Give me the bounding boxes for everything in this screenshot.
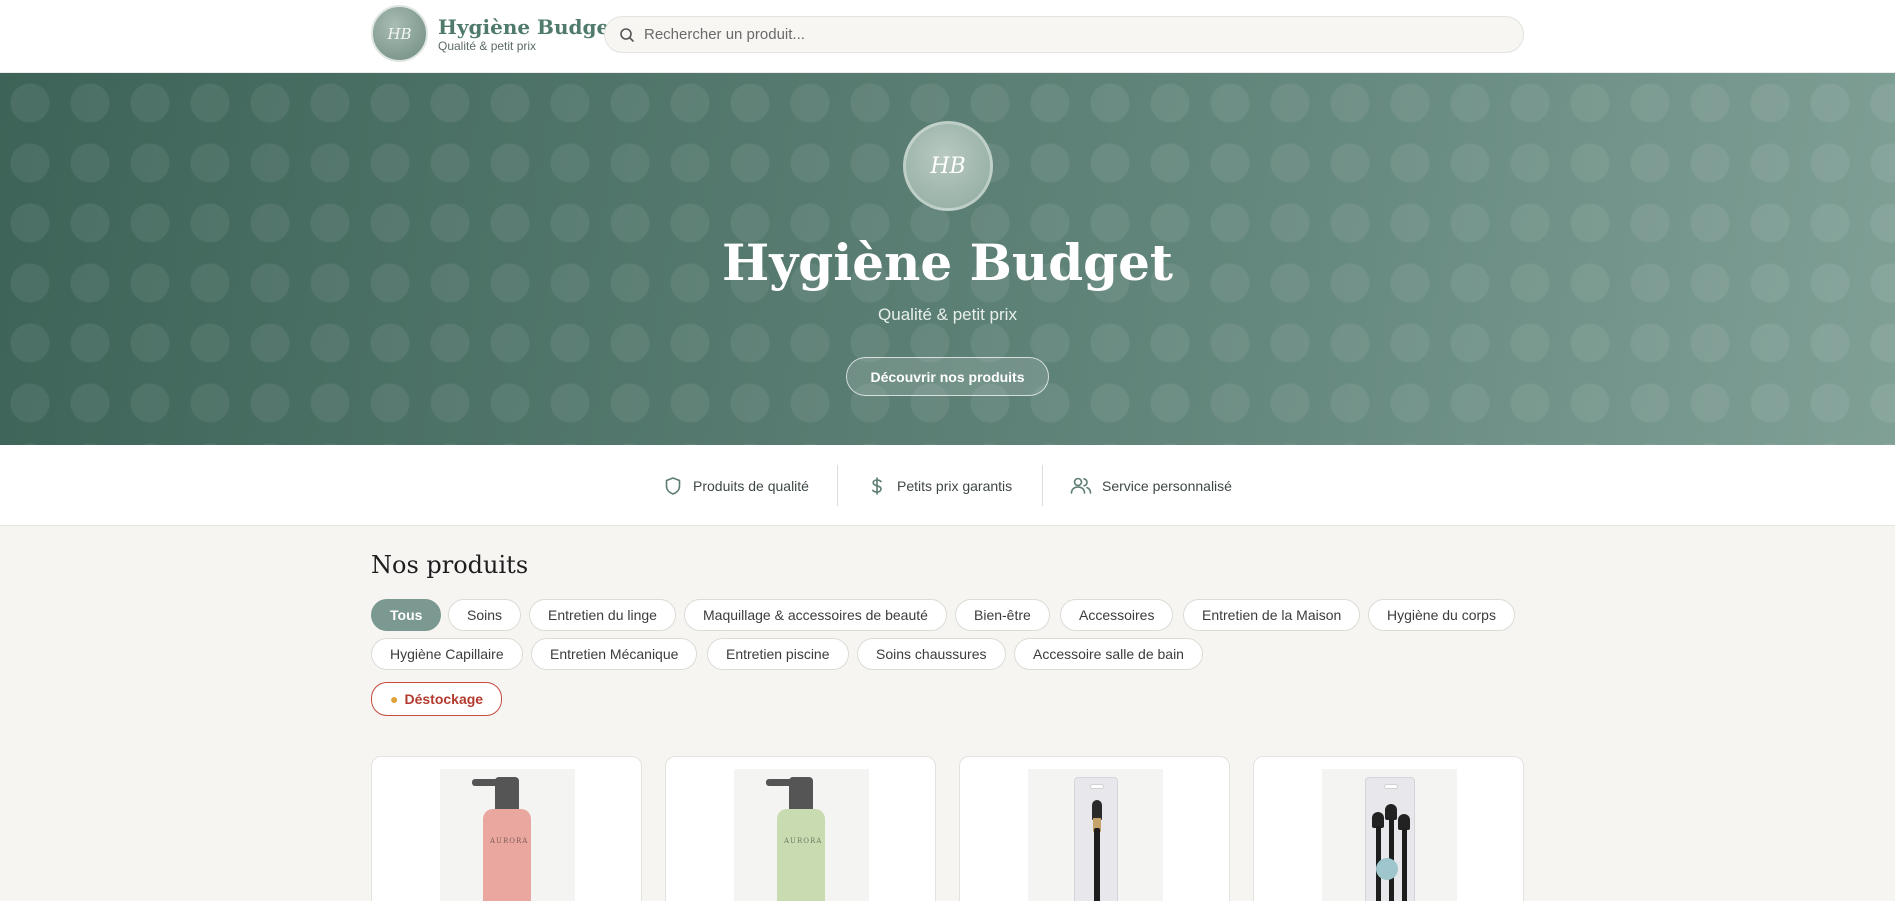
product-card[interactable]: AURORA — [665, 756, 936, 901]
pouch-hole — [1090, 784, 1104, 789]
shield-icon — [665, 476, 681, 495]
feature-divider — [1042, 465, 1043, 506]
brand-title: Hygiène Budget — [438, 14, 619, 39]
search-bar[interactable] — [604, 16, 1524, 53]
destockage-button[interactable]: ● Déstockage — [371, 682, 503, 716]
hero-subtitle: Qualité & petit prix — [878, 305, 1017, 324]
hero-logo-text: HB — [930, 153, 966, 179]
product-image — [1028, 769, 1163, 901]
feature-prices: Petits prix garantis — [867, 445, 1012, 526]
brand-logo[interactable]: HB — [371, 5, 428, 62]
category-chip-entretien-mecanique[interactable]: Entretien Mécanique — [531, 638, 698, 670]
destockage-label: Déstockage — [404, 691, 484, 707]
brand-logo-text: HB — [387, 24, 412, 43]
bottle-body — [483, 809, 531, 901]
product-image: AURORA — [440, 769, 575, 901]
category-chip-maquillage[interactable]: Maquillage & accessoires de beauté — [684, 599, 947, 631]
bottle-brand-label: AURORA — [490, 837, 529, 845]
feature-label: Service personnalisé — [1102, 477, 1232, 494]
category-chip-hygiene-corps[interactable]: Hygiène du corps — [1368, 599, 1515, 631]
brush-head — [1092, 800, 1102, 820]
feature-quality: Produits de qualité — [663, 445, 809, 526]
discover-products-button[interactable]: Découvrir nos produits — [846, 357, 1049, 396]
product-image — [1322, 769, 1457, 901]
search-input[interactable] — [644, 26, 1504, 43]
brush-set-pouch — [1365, 777, 1415, 901]
category-chip-salle-de-bain[interactable]: Accessoire salle de bain — [1014, 638, 1203, 670]
brush-handle — [1402, 828, 1407, 901]
brand[interactable]: HB Hygiène Budget Qualité & petit prix — [371, 5, 618, 62]
bottle-pump — [495, 777, 519, 811]
category-chip-hygiene-capillaire[interactable]: Hygiène Capillaire — [371, 638, 523, 670]
site-header: HB Hygiène Budget Qualité & petit prix — [0, 0, 1895, 73]
feature-label: Produits de qualité — [693, 477, 809, 494]
category-chip-soins-chaussures[interactable]: Soins chaussures — [857, 638, 1006, 670]
category-chip-entretien-maison[interactable]: Entretien de la Maison — [1183, 599, 1361, 631]
bottle-brand-label: AURORA — [784, 837, 823, 845]
feature-divider — [837, 465, 838, 506]
category-chip-tous[interactable]: Tous — [371, 599, 442, 631]
feature-service: Service personnalisé — [1070, 445, 1232, 526]
users-icon — [1070, 477, 1092, 494]
search-icon — [620, 27, 634, 42]
feature-label: Petits prix garantis — [897, 477, 1013, 494]
category-chip-entretien-linge[interactable]: Entretien du linge — [529, 599, 676, 631]
product-image: AURORA — [734, 769, 869, 901]
category-chip-soins[interactable]: Soins — [448, 599, 522, 631]
product-card[interactable]: AURORA — [371, 756, 642, 901]
category-chip-accessoires[interactable]: Accessoires — [1060, 599, 1174, 631]
category-chip-bien-etre[interactable]: Bien-être — [955, 599, 1050, 631]
brush-pouch — [1074, 777, 1118, 901]
hero-logo: HB — [903, 121, 993, 211]
bottle-pump — [789, 777, 813, 811]
brand-text: Hygiène Budget Qualité & petit prix — [438, 15, 618, 53]
bottle-body — [777, 809, 825, 901]
dollar-icon — [872, 476, 882, 495]
product-card[interactable] — [959, 756, 1230, 901]
products-title: Nos produits — [371, 551, 529, 579]
hero-banner: HB Hygiène Budget Qualité & petit prix D… — [0, 73, 1895, 445]
brush-handle — [1094, 828, 1100, 901]
product-card[interactable] — [1253, 756, 1524, 901]
category-chip-entretien-piscine[interactable]: Entretien piscine — [707, 638, 849, 670]
pouch-hole — [1384, 784, 1398, 789]
sticker — [1376, 858, 1398, 880]
brand-subtitle: Qualité & petit prix — [438, 38, 537, 53]
hero-title: Hygiène Budget — [721, 233, 1174, 292]
features-strip: Produits de qualité Petits prix garantis… — [0, 445, 1895, 526]
tag-icon: ● — [390, 691, 399, 707]
